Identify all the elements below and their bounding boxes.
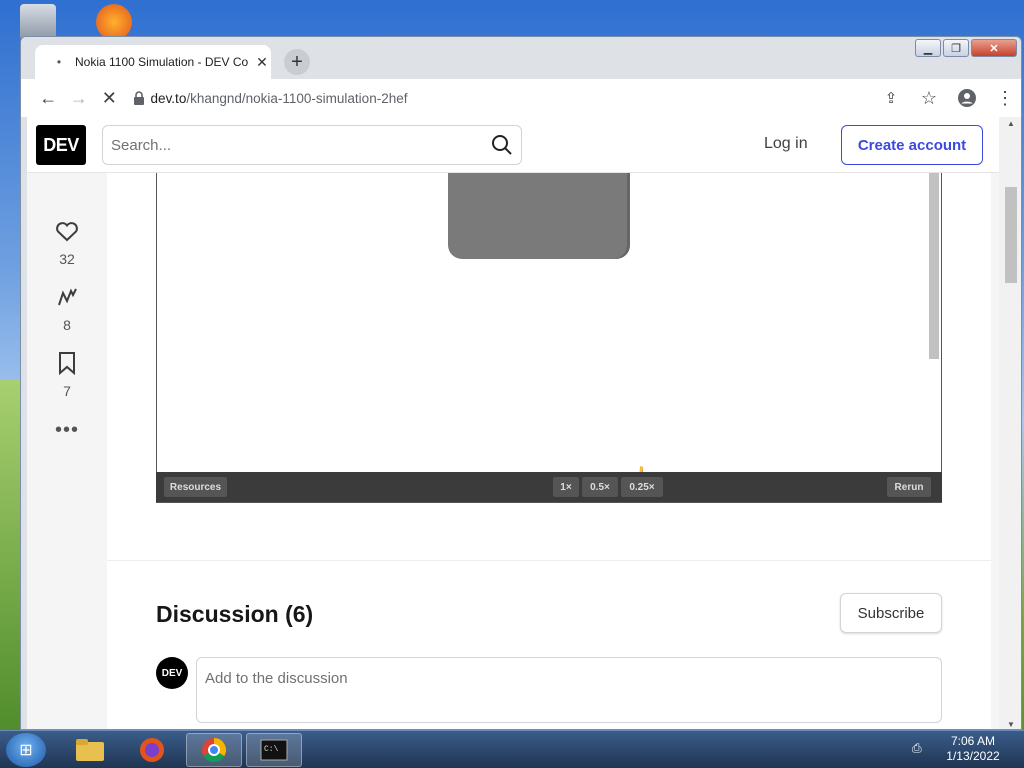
menu-kebab-icon[interactable]: ⋮: [989, 82, 1021, 114]
code-embed: ▼ ☝: [156, 173, 942, 503]
avatar: DEV: [156, 657, 188, 689]
clock-date: 1/13/2022: [946, 749, 1000, 763]
close-window-button[interactable]: ✕: [971, 39, 1017, 57]
title-bar: • Nokia 1100 Simulation - DEV Co ✕ + ▁ ❐…: [21, 37, 1021, 79]
resources-button[interactable]: Resources: [164, 477, 227, 497]
start-button[interactable]: ⊞: [6, 733, 46, 767]
cmd-taskbar-icon[interactable]: C:\: [246, 733, 302, 767]
maximize-button[interactable]: ❐: [943, 39, 969, 57]
search-placeholder: Search...: [111, 136, 172, 154]
section-divider: [107, 560, 991, 561]
explorer-taskbar-icon[interactable]: [62, 733, 118, 767]
bookmark-count: 7: [63, 383, 71, 399]
stop-loading-button[interactable]: ✕: [94, 82, 125, 114]
scroll-down-icon[interactable]: ▼: [1007, 720, 1015, 729]
lock-icon: [133, 91, 144, 105]
share-icon[interactable]: ⇪: [875, 82, 907, 114]
embed-scrollbar[interactable]: [929, 173, 939, 359]
back-button[interactable]: ←: [33, 82, 64, 114]
site-header: DEV Search... Log in Create account: [27, 117, 999, 173]
heart-count: 32: [59, 251, 75, 267]
reaction-unicorn[interactable]: 8: [53, 283, 81, 333]
taskbar: ⊞ C:\ ⎙ 7:06 AM 1/13/2022: [0, 730, 1024, 768]
url-text: dev.to/khangnd/nokia-1100-simulation-2he…: [151, 91, 408, 106]
svg-text:C:\: C:\: [264, 745, 279, 754]
reaction-sidebar: 32 8 7 •••: [47, 217, 87, 442]
nokia-phone-preview: [448, 173, 630, 259]
page-scrollbar[interactable]: ▲ ▼: [999, 117, 1021, 729]
reaction-heart[interactable]: 32: [53, 217, 81, 267]
search-icon[interactable]: [491, 134, 513, 156]
window-controls: ▁ ❐ ✕: [915, 39, 1017, 57]
speed-025x-button[interactable]: 0.25×: [621, 477, 663, 497]
recycle-bin-icon[interactable]: [20, 4, 56, 40]
tab-close-icon[interactable]: ✕: [253, 53, 271, 71]
loading-icon: •: [56, 55, 62, 69]
rerun-button[interactable]: Rerun: [887, 477, 931, 497]
web-page: DEV Search... Log in Create account 32 8: [27, 117, 999, 729]
heart-icon[interactable]: [53, 217, 81, 245]
create-account-button[interactable]: Create account: [841, 125, 983, 165]
clock-time: 7:06 AM: [950, 734, 996, 748]
chrome-taskbar-icon[interactable]: [186, 733, 242, 767]
forward-button[interactable]: →: [64, 82, 95, 114]
url-path: /khangnd/nokia-1100-simulation-2hef: [186, 90, 408, 106]
firefox-desktop-icon[interactable]: [96, 4, 132, 40]
embed-toolbar: Resources 1× 0.5× 0.25× Rerun: [156, 472, 942, 502]
url-host: dev.to: [150, 90, 187, 106]
unicorn-count: 8: [63, 317, 71, 333]
profile-icon[interactable]: [951, 82, 983, 114]
search-input[interactable]: Search...: [102, 125, 522, 165]
tab-title: Nokia 1100 Simulation - DEV Co: [75, 55, 249, 69]
comment-input[interactable]: Add to the discussion: [196, 657, 942, 723]
bookmark-star-icon[interactable]: ☆: [913, 82, 945, 114]
discussion-title: Discussion (6): [156, 601, 314, 627]
subscribe-button[interactable]: Subscribe: [840, 593, 942, 633]
new-tab-button[interactable]: +: [284, 49, 310, 75]
bookmark-icon[interactable]: [53, 349, 81, 377]
network-tray-icon[interactable]: ⎙: [912, 741, 922, 756]
address-bar[interactable]: dev.to/khangnd/nokia-1100-simulation-2he…: [133, 83, 867, 113]
login-link[interactable]: Log in: [764, 135, 808, 153]
article-body: ▼ ☝ Resources 1× 0.5× 0.25× Rerun Discus…: [107, 173, 991, 729]
more-options-icon[interactable]: •••: [55, 419, 79, 442]
firefox-taskbar-icon[interactable]: [124, 733, 180, 767]
minimize-button[interactable]: ▁: [915, 39, 941, 57]
browser-toolbar: ← → ✕ dev.to/khangnd/nokia-1100-simulati…: [21, 79, 1021, 117]
speed-1x-button[interactable]: 1×: [553, 477, 579, 497]
unicorn-icon[interactable]: [53, 283, 81, 311]
chrome-window: • Nokia 1100 Simulation - DEV Co ✕ + ▁ ❐…: [20, 36, 1022, 730]
browser-tab[interactable]: • Nokia 1100 Simulation - DEV Co ✕: [35, 45, 271, 79]
page-scroll-thumb[interactable]: [1005, 187, 1017, 283]
speed-05x-button[interactable]: 0.5×: [582, 477, 618, 497]
reaction-bookmark[interactable]: 7: [53, 349, 81, 399]
scroll-up-icon[interactable]: ▲: [1007, 119, 1015, 128]
dev-logo[interactable]: DEV: [36, 125, 86, 165]
taskbar-clock[interactable]: 7:06 AM 1/13/2022: [930, 734, 1016, 764]
